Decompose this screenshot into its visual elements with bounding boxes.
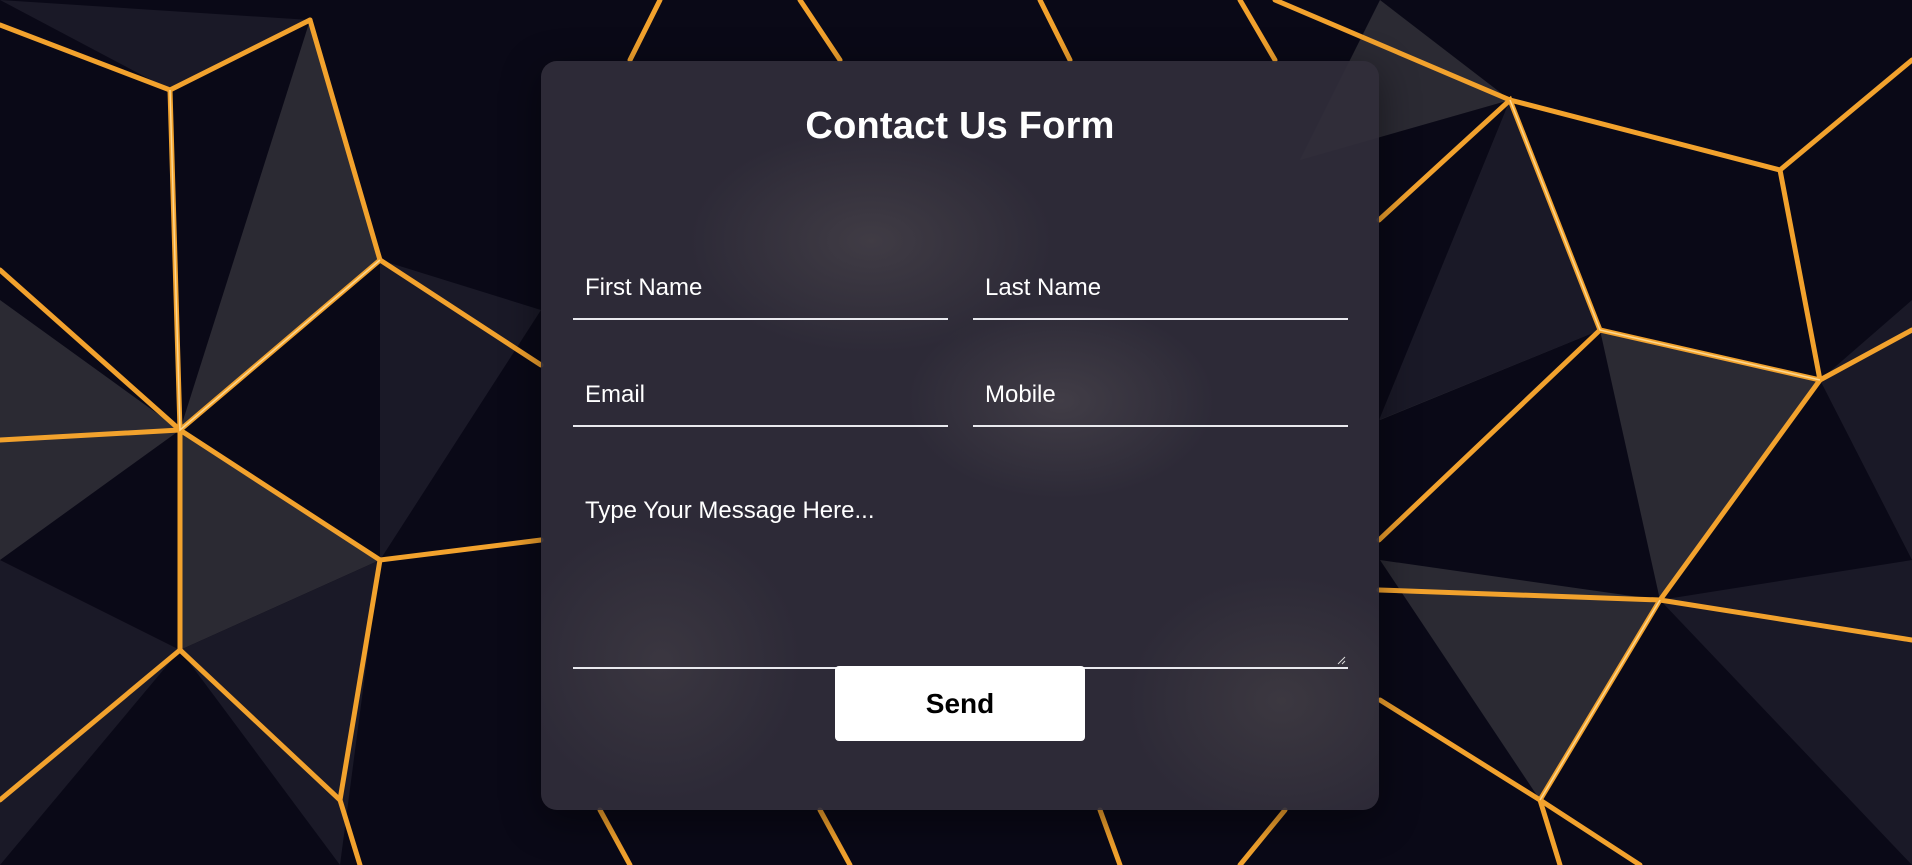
- contact-form-card: Contact Us Form Send: [541, 61, 1379, 810]
- mobile-field: [973, 365, 1348, 427]
- first-name-input[interactable]: [573, 258, 948, 318]
- email-field: [573, 365, 948, 427]
- first-name-field: [573, 258, 948, 320]
- mobile-input[interactable]: [973, 365, 1348, 425]
- last-name-field: [973, 258, 1348, 320]
- resize-handle-icon[interactable]: [1336, 655, 1346, 665]
- email-input[interactable]: [573, 365, 948, 425]
- form-title: Contact Us Form: [805, 105, 1115, 147]
- last-name-input[interactable]: [973, 258, 1348, 318]
- message-field: [573, 475, 1348, 669]
- message-textarea[interactable]: [573, 475, 1348, 667]
- send-button[interactable]: Send: [835, 666, 1085, 741]
